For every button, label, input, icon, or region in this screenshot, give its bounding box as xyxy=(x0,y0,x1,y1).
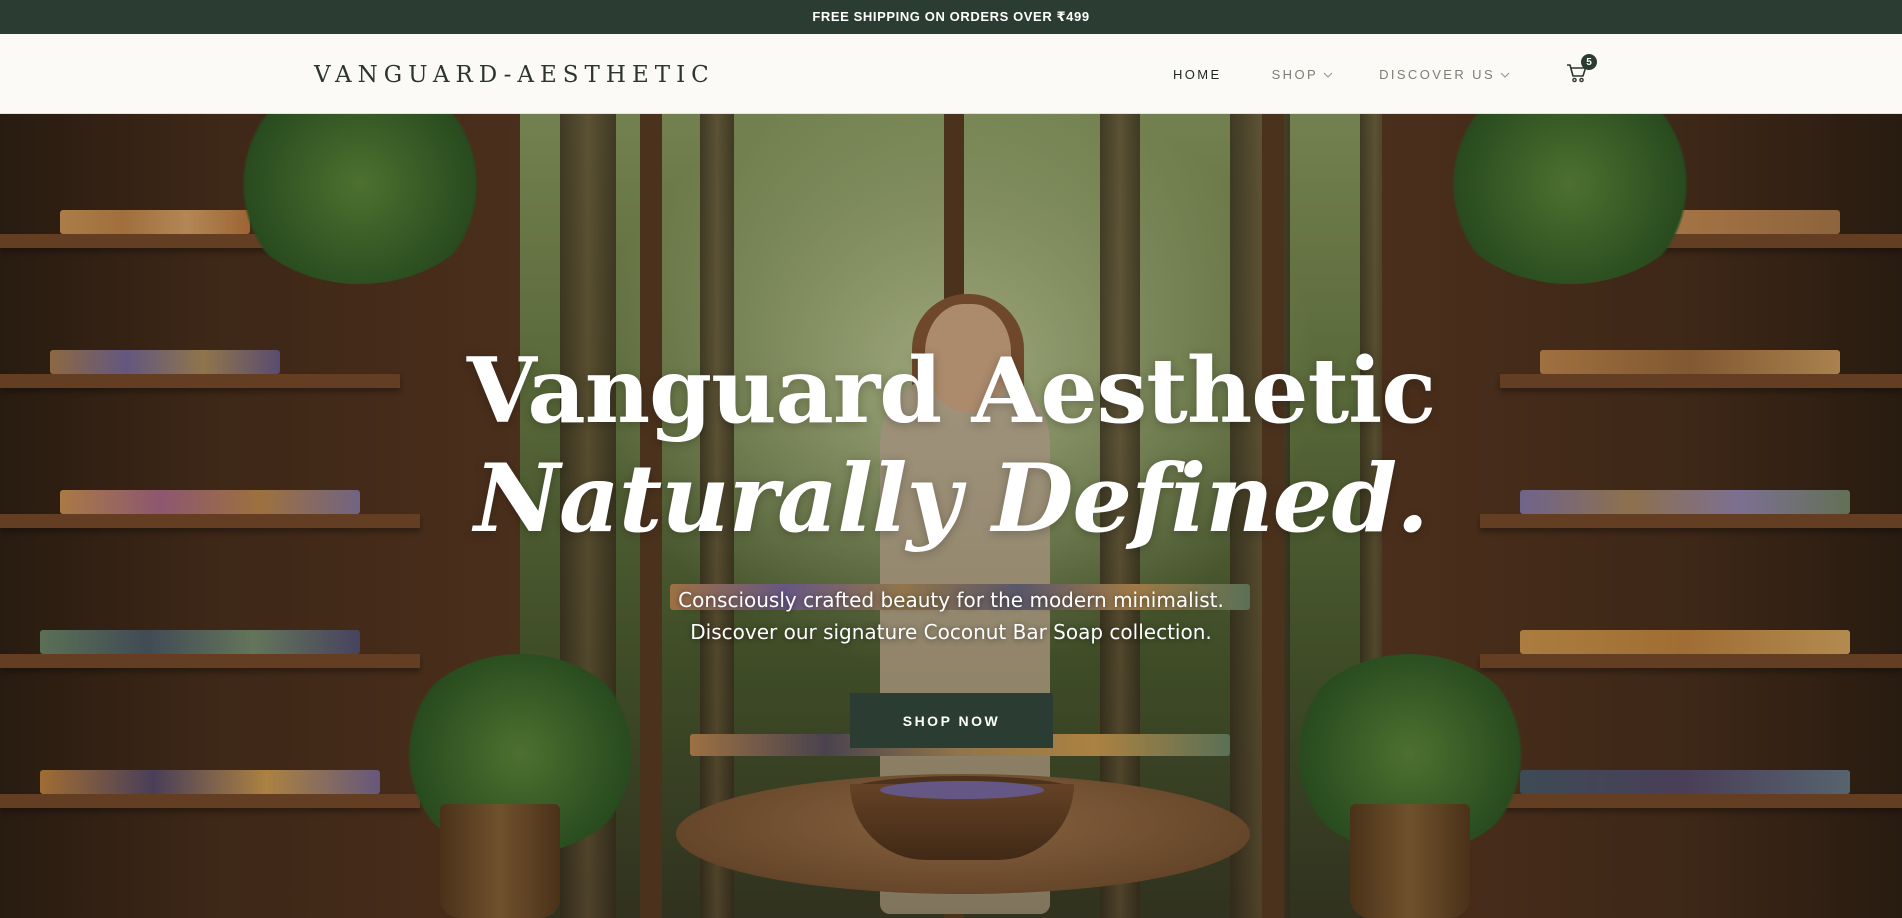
chevron-down-icon xyxy=(1323,71,1333,79)
site-logo[interactable]: VANGUARD-AESTHETIC xyxy=(314,62,715,88)
hero-tagline: Naturally Defined. xyxy=(474,444,1429,554)
hero-content: Vanguard Aesthetic Naturally Defined. Co… xyxy=(0,114,1902,918)
cart-icon xyxy=(1566,64,1588,88)
main-nav: HOME SHOP DISCOVER US xyxy=(1173,67,1510,82)
hero-subtitle: Consciously crafted beauty for the moder… xyxy=(0,584,1902,648)
cart-count-badge: 5 xyxy=(1581,54,1597,70)
announcement-bar: FREE SHIPPING ON ORDERS OVER ₹499 xyxy=(0,0,1902,34)
hero-section: Vanguard Aesthetic Naturally Defined. Co… xyxy=(0,114,1902,918)
nav-discover-us[interactable]: DISCOVER US xyxy=(1379,67,1510,82)
nav-shop[interactable]: SHOP xyxy=(1272,67,1333,82)
shop-now-button[interactable]: SHOP NOW xyxy=(850,693,1053,748)
nav-home-label: HOME xyxy=(1173,67,1222,82)
nav-shop-label: SHOP xyxy=(1271,67,1319,82)
hero-subtitle-line-1: Consciously crafted beauty for the moder… xyxy=(678,588,1224,612)
hero-subtitle-line-2: Discover our signature Coconut Bar Soap … xyxy=(690,620,1212,644)
cart-button[interactable]: 5 xyxy=(1566,54,1597,88)
announcement-text: FREE SHIPPING ON ORDERS OVER ₹499 xyxy=(812,9,1090,24)
hero-title: Vanguard Aesthetic xyxy=(466,338,1436,444)
nav-home[interactable]: HOME xyxy=(1173,67,1222,82)
nav-discover-label: DISCOVER US xyxy=(1379,67,1496,82)
chevron-down-icon xyxy=(1500,71,1510,79)
site-header: VANGUARD-AESTHETIC HOME SHOP DISCOVER US xyxy=(0,34,1902,114)
